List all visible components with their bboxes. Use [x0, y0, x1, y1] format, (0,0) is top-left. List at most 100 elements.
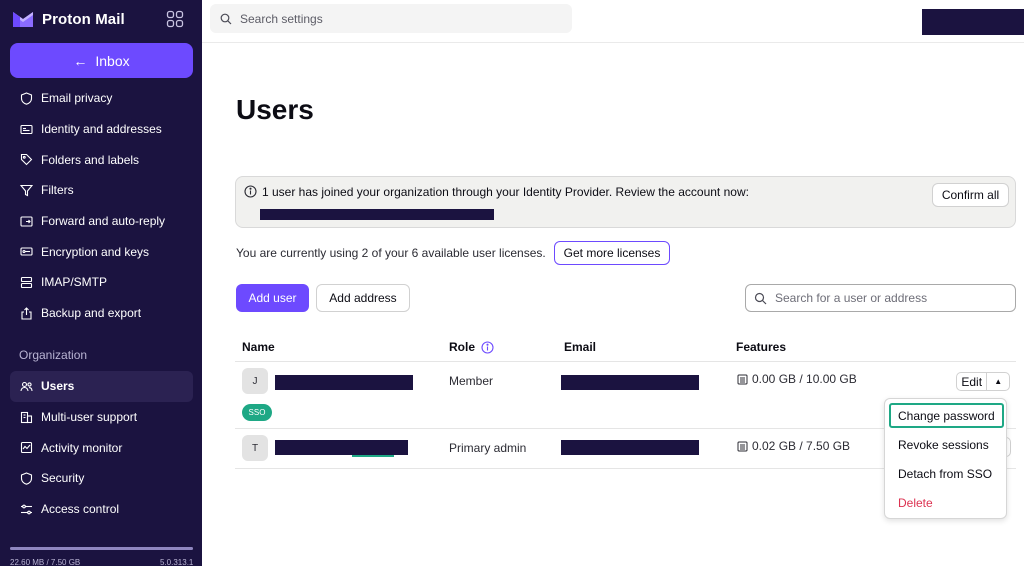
users-icon	[20, 381, 33, 391]
sso-badge: SSO	[242, 404, 272, 421]
buildings-icon	[20, 411, 33, 423]
sidebar-item-multi-user-support[interactable]: Multi-user support	[10, 402, 193, 433]
sidebar-item-label: Forward and auto-reply	[41, 214, 166, 229]
sidebar-item-identity-and-addresses[interactable]: Identity and addresses	[10, 114, 193, 145]
sidebar-item-label: Access control	[41, 502, 120, 517]
user-role: Member	[449, 374, 494, 388]
key-icon	[20, 247, 33, 256]
organization-nav: Users Multi-user support Activity monito…	[10, 371, 193, 524]
user-actions-toggle[interactable]: ▲	[987, 373, 1009, 390]
search-settings-placeholder: Search settings	[240, 11, 323, 26]
storage-progress-fill	[10, 547, 193, 550]
tag-icon	[20, 154, 33, 166]
column-header-name: Name	[242, 340, 275, 354]
column-header-features: Features	[736, 340, 787, 354]
edit-user-button[interactable]: Edit	[957, 373, 988, 390]
sidebar-item-label: Security	[41, 471, 85, 486]
sidebar-item-security[interactable]: Security	[10, 463, 193, 494]
sidebar-item-email-privacy[interactable]: Email privacy	[10, 83, 193, 114]
sidebar-item-filters[interactable]: Filters	[10, 175, 193, 206]
arrow-left-icon: ←	[73, 52, 88, 69]
export-icon	[21, 306, 32, 320]
get-more-licenses-button[interactable]: Get more licenses	[554, 241, 670, 265]
table-divider	[235, 361, 1016, 362]
banner-text: 1 user has joined your organization thro…	[262, 185, 749, 199]
column-header-role-label: Role	[449, 340, 476, 354]
redacted-user-email	[561, 375, 699, 390]
user-storage: 0.02 GB / 7.50 GB	[737, 439, 850, 453]
brand-name: Proton Mail	[42, 10, 125, 28]
inbox-label: Inbox	[95, 52, 130, 69]
page-title: Users	[236, 94, 314, 125]
redacted-user-name	[275, 440, 408, 455]
delete-menu-item[interactable]: Delete	[889, 490, 1004, 515]
user-search-input[interactable]: Search for a user or address	[745, 284, 1016, 312]
caret-up-icon: ▲	[994, 377, 1003, 386]
sidebar-item-label: Folders and labels	[41, 152, 140, 167]
sidebar-item-label: Filters	[41, 183, 74, 198]
sidebar-item-label: Multi-user support	[41, 410, 138, 425]
user-search-placeholder: Search for a user or address	[775, 291, 928, 305]
id-card-icon	[20, 124, 33, 134]
sliders-icon	[21, 504, 32, 514]
storage-icon	[737, 441, 748, 451]
info-icon	[244, 185, 257, 198]
sidebar-item-forward-and-auto-reply[interactable]: Forward and auto-reply	[10, 206, 193, 237]
proton-mail-logo-icon	[13, 12, 33, 27]
storage-icon	[737, 374, 748, 384]
storage-usage-text: 22.60 MB / 7.50 GB	[10, 558, 81, 566]
shield-icon	[20, 472, 33, 485]
search-icon	[220, 13, 232, 24]
organization-section-title: Organization	[19, 348, 88, 362]
brand[interactable]: Proton Mail	[12, 8, 125, 30]
redacted-account-area[interactable]	[922, 9, 1024, 35]
user-storage-text: 0.02 GB / 7.50 GB	[752, 439, 851, 453]
redacted-user-email	[561, 440, 699, 455]
back-to-inbox-button[interactable]: ← Inbox	[10, 43, 193, 78]
sidebar-item-encryption-and-keys[interactable]: Encryption and keys	[10, 236, 193, 267]
confirm-all-button[interactable]: Confirm all	[932, 183, 1009, 207]
search-icon	[754, 292, 767, 304]
sidebar-item-label: Backup and export	[41, 306, 142, 321]
sidebar-item-imap-smtp[interactable]: IMAP/SMTP	[10, 267, 193, 298]
redacted-account-link[interactable]	[260, 209, 494, 220]
sidebar-item-label: Users	[41, 379, 75, 394]
sidebar-item-folders-and-labels[interactable]: Folders and labels	[10, 144, 193, 175]
sidebar-item-users[interactable]: Users	[10, 371, 193, 402]
sidebar-item-access-control[interactable]: Access control	[10, 494, 193, 525]
change-password-menu-item[interactable]: Change password	[889, 403, 1004, 428]
revoke-sessions-menu-item[interactable]: Revoke sessions	[889, 432, 1004, 457]
user-actions-button-group: Edit ▲	[956, 372, 1010, 391]
sidebar-item-label: Encryption and keys	[41, 244, 150, 259]
sidebar-item-activity-monitor[interactable]: Activity monitor	[10, 432, 193, 463]
avatar: J	[242, 368, 268, 394]
detach-from-sso-menu-item[interactable]: Detach from SSO	[889, 461, 1004, 486]
user-role: Primary admin	[449, 441, 527, 455]
sidebar-item-label: IMAP/SMTP	[41, 275, 108, 290]
license-usage-text: You are currently using 2 of your 6 avai…	[236, 246, 546, 260]
sso-review-banner: 1 user has joined your organization thro…	[235, 176, 1016, 228]
column-header-role: Role	[449, 340, 494, 354]
user-storage: 0.00 GB / 10.00 GB	[737, 372, 857, 386]
user-storage-text: 0.00 GB / 10.00 GB	[752, 372, 857, 386]
user-actions-dropdown: Change password Revoke sessions Detach f…	[884, 398, 1007, 519]
topbar: Search settings	[202, 0, 1024, 43]
filter-icon	[20, 184, 33, 197]
redacted-highlight	[352, 455, 394, 457]
add-address-button[interactable]: Add address	[316, 284, 410, 312]
apps-grid-icon[interactable]	[166, 10, 184, 28]
server-icon	[20, 276, 33, 289]
sidebar: Proton Mail ← Inbox Email privacy Identi…	[0, 0, 202, 566]
sidebar-item-label: Activity monitor	[41, 440, 123, 455]
activity-icon	[20, 442, 33, 454]
redacted-user-name	[275, 375, 413, 390]
sidebar-item-label: Email privacy	[41, 91, 113, 106]
info-icon[interactable]	[481, 340, 494, 354]
column-header-email: Email	[564, 340, 597, 354]
shield-icon	[20, 92, 33, 105]
avatar: T	[242, 435, 268, 461]
app-version[interactable]: 5.0.313.1	[160, 558, 193, 566]
add-user-button[interactable]: Add user	[236, 284, 309, 312]
sidebar-item-backup-and-export[interactable]: Backup and export	[10, 298, 193, 329]
search-settings-input[interactable]: Search settings	[210, 4, 572, 33]
